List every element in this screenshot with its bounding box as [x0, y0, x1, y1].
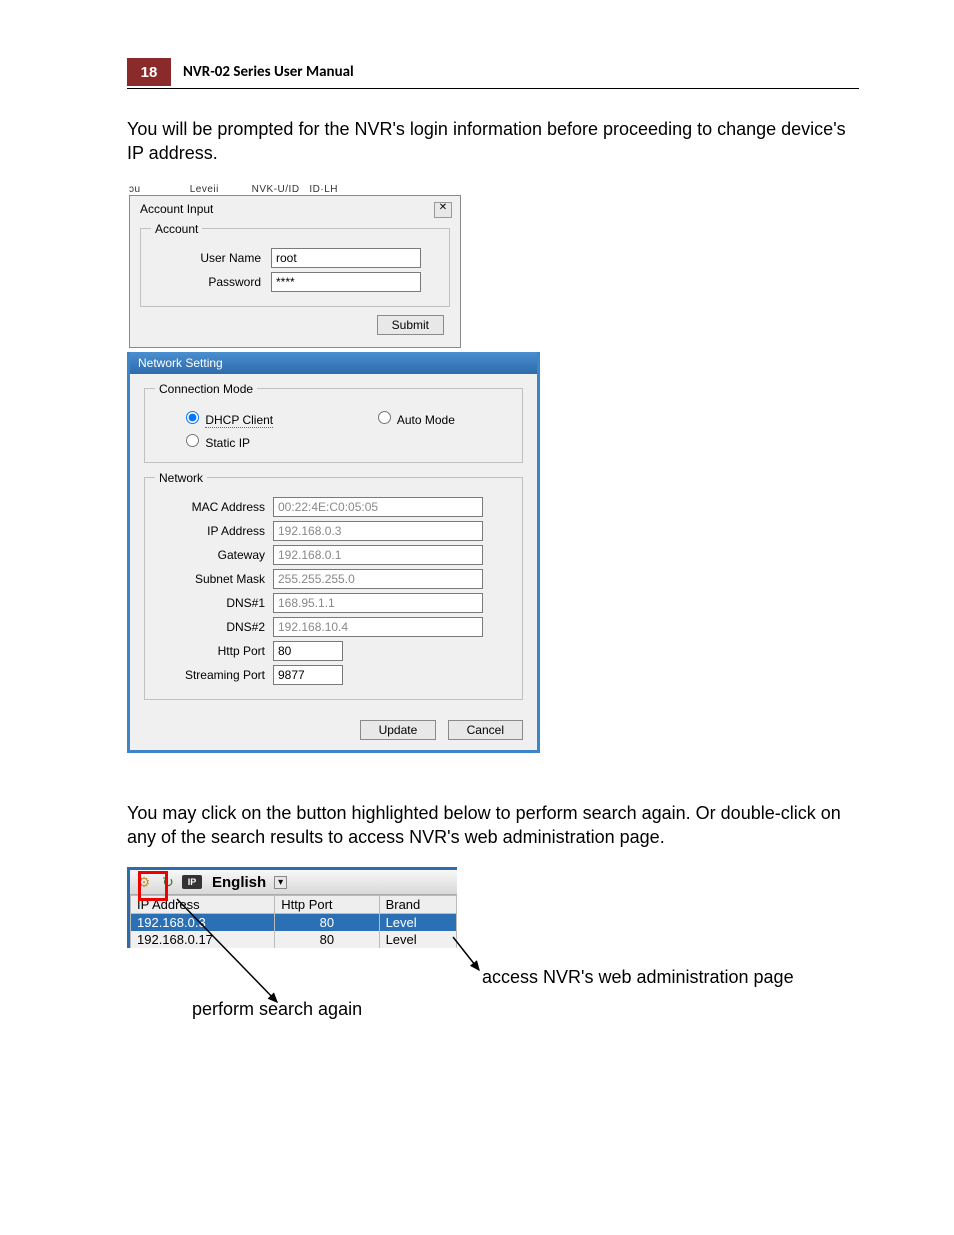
- password-input[interactable]: [271, 272, 421, 292]
- annotation-web-admin: access NVR's web administration page: [482, 967, 794, 988]
- dns2-field[interactable]: [273, 617, 483, 637]
- username-input[interactable]: [271, 248, 421, 268]
- dns2-label: DNS#2: [155, 620, 273, 634]
- network-legend: Network: [155, 471, 207, 485]
- account-legend: Account: [151, 222, 202, 236]
- refresh-icon[interactable]: ↻: [158, 872, 178, 892]
- table-row[interactable]: 192.168.0.1780Level: [131, 931, 457, 948]
- gateway-field[interactable]: [273, 545, 483, 565]
- search-tool: ⚙ ↻ IP English ▾ IP Address Http Port Br…: [127, 867, 457, 948]
- subnet-label: Subnet Mask: [155, 572, 273, 586]
- col-port[interactable]: Http Port: [275, 896, 379, 914]
- submit-button[interactable]: Submit: [377, 315, 444, 335]
- update-button[interactable]: Update: [360, 720, 437, 740]
- http-port-field[interactable]: [273, 641, 343, 661]
- dialog-title: Account Input: [140, 202, 450, 216]
- ip-field[interactable]: [273, 521, 483, 541]
- language-label: English: [212, 874, 266, 891]
- connection-mode-legend: Connection Mode: [155, 382, 257, 396]
- manual-title: NVR-02 Series User Manual: [171, 58, 354, 86]
- intro-paragraph-2: You may click on the button highlighted …: [127, 801, 859, 850]
- network-title: Network Setting: [130, 352, 537, 374]
- close-icon[interactable]: ✕: [434, 202, 452, 218]
- col-ip[interactable]: IP Address: [131, 896, 275, 914]
- gear-icon[interactable]: ⚙: [134, 872, 154, 892]
- network-setting-dialog: Network Setting Connection Mode DHCP Cli…: [127, 352, 540, 753]
- ip-label: IP Address: [155, 524, 273, 538]
- cancel-button[interactable]: Cancel: [448, 720, 523, 740]
- col-brand[interactable]: Brand: [379, 896, 456, 914]
- streaming-port-label: Streaming Port: [155, 668, 273, 682]
- gateway-label: Gateway: [155, 548, 273, 562]
- auto-mode-radio[interactable]: Auto Mode: [373, 408, 455, 427]
- http-port-label: Http Port: [155, 644, 273, 658]
- table-row[interactable]: 192.168.0.380Level: [131, 914, 457, 932]
- account-input-dialog: Account Input ✕ Account User Name Passwo…: [129, 195, 461, 348]
- mac-field: [273, 497, 483, 517]
- streaming-port-field[interactable]: [273, 665, 343, 685]
- ip-icon[interactable]: IP: [182, 875, 202, 889]
- intro-paragraph-1: You will be prompted for the NVR's login…: [127, 117, 859, 166]
- language-dropdown[interactable]: ▾: [274, 876, 287, 889]
- password-label: Password: [151, 275, 271, 289]
- static-ip-radio[interactable]: Static IP: [181, 436, 250, 450]
- dns1-field[interactable]: [273, 593, 483, 613]
- dhcp-radio[interactable]: DHCP Client: [181, 408, 273, 427]
- annotation-search-again: perform search again: [192, 999, 362, 1020]
- cropped-row-text: ɔu Leveii NVK-U/ID ID·LH: [129, 184, 474, 195]
- username-label: User Name: [151, 251, 271, 265]
- dns1-label: DNS#1: [155, 596, 273, 610]
- results-table: IP Address Http Port Brand 192.168.0.380…: [130, 895, 457, 948]
- mac-label: MAC Address: [155, 500, 273, 514]
- subnet-field[interactable]: [273, 569, 483, 589]
- page-number: 18: [127, 58, 171, 86]
